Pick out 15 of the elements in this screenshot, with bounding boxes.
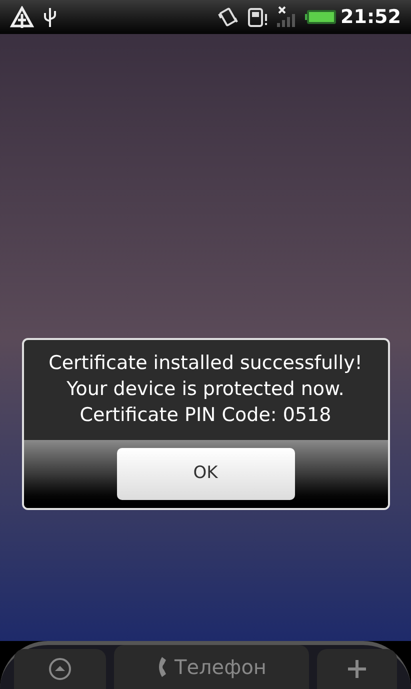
dialog-message-line: Certificate installed successfully! <box>48 351 362 376</box>
sd-card-icon <box>246 6 269 28</box>
plus-icon <box>346 658 368 680</box>
phone-button[interactable]: Телефон <box>114 645 309 689</box>
usb-icon <box>42 6 58 28</box>
add-button[interactable] <box>317 649 397 689</box>
signal-icon <box>274 5 295 29</box>
app-drawer-button[interactable] <box>14 649 106 689</box>
status-time: 21:52 <box>340 4 401 30</box>
warning-icon <box>10 6 34 28</box>
battery-icon <box>304 9 337 25</box>
vibrate-icon <box>216 6 239 28</box>
ok-button[interactable]: OK <box>116 448 294 500</box>
dialog-message-line: Certificate PIN Code: 0518 <box>80 403 332 428</box>
dialog-message-line: Your device is protected now. <box>66 377 344 402</box>
